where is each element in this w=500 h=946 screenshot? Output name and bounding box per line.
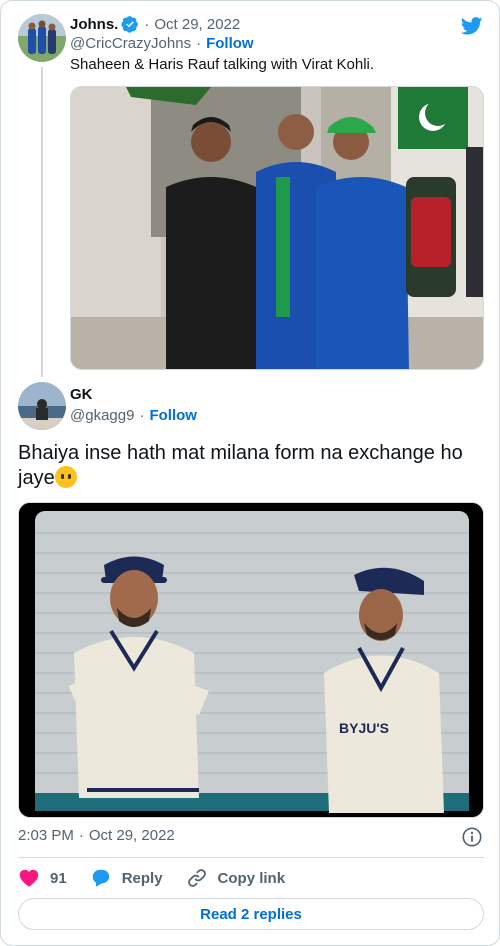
tweet-photo[interactable]: BYJU'S (18, 502, 484, 818)
tweet-date[interactable]: Oct 29, 2022 (89, 827, 175, 844)
avatar-johns[interactable] (18, 14, 66, 62)
verified-badge-icon (121, 16, 139, 33)
quoted-tweet-text: Shaheen & Haris Rauf talking with Virat … (70, 56, 375, 73)
copy-link-label: Copy link (217, 869, 286, 887)
read-replies-button[interactable]: Read 2 replies (18, 898, 484, 930)
author-handle[interactable]: @CricCrazyJohns (70, 35, 191, 52)
airport-photo (71, 87, 483, 369)
heart-icon (19, 869, 39, 887)
link-icon (187, 869, 206, 887)
follow-button[interactable]: Follow (206, 35, 254, 52)
info-icon[interactable] (461, 826, 483, 848)
cricketers-photo: BYJU'S (19, 503, 483, 817)
tweet-text: Bhaiya inse hath mat milana form na exch… (18, 441, 484, 491)
tweet-date[interactable]: Oct 29, 2022 (154, 16, 240, 33)
like-count: 91 (50, 869, 67, 887)
sponsor-text: BYJU'S (339, 720, 389, 736)
copy-link-button[interactable]: Copy link (186, 867, 286, 889)
avatar-gk[interactable] (18, 382, 66, 430)
separator-dot: · (144, 15, 150, 33)
tweet-text-content: Bhaiya inse hath mat milana form na exch… (18, 442, 463, 489)
follow-button[interactable]: Follow (149, 407, 197, 424)
thread-connector-line (41, 67, 43, 377)
action-bar: 91 Reply Copy link (18, 866, 308, 890)
tweet-embed-card: Johns. · Oct 29, 2022 @CricCrazyJohns · … (0, 0, 500, 946)
tweet-time[interactable]: 2:03 PM (18, 827, 74, 844)
separator-dot: · (196, 35, 202, 52)
no-mouth-face-emoji-icon (54, 466, 77, 488)
author-handle[interactable]: @gkagg9 (70, 407, 134, 424)
reply-bubble-icon (92, 869, 109, 887)
separator-dot: · (78, 827, 84, 844)
quoted-tweet-photo[interactable] (70, 86, 484, 370)
like-button[interactable]: 91 (18, 867, 67, 889)
reply-button[interactable]: Reply (90, 867, 163, 889)
reply-label: Reply (121, 869, 163, 887)
author-name[interactable]: GK (70, 386, 93, 403)
separator-dot: · (139, 407, 145, 424)
divider (18, 857, 484, 858)
author-name[interactable]: Johns. (70, 16, 118, 33)
twitter-logo-icon[interactable] (460, 15, 484, 37)
